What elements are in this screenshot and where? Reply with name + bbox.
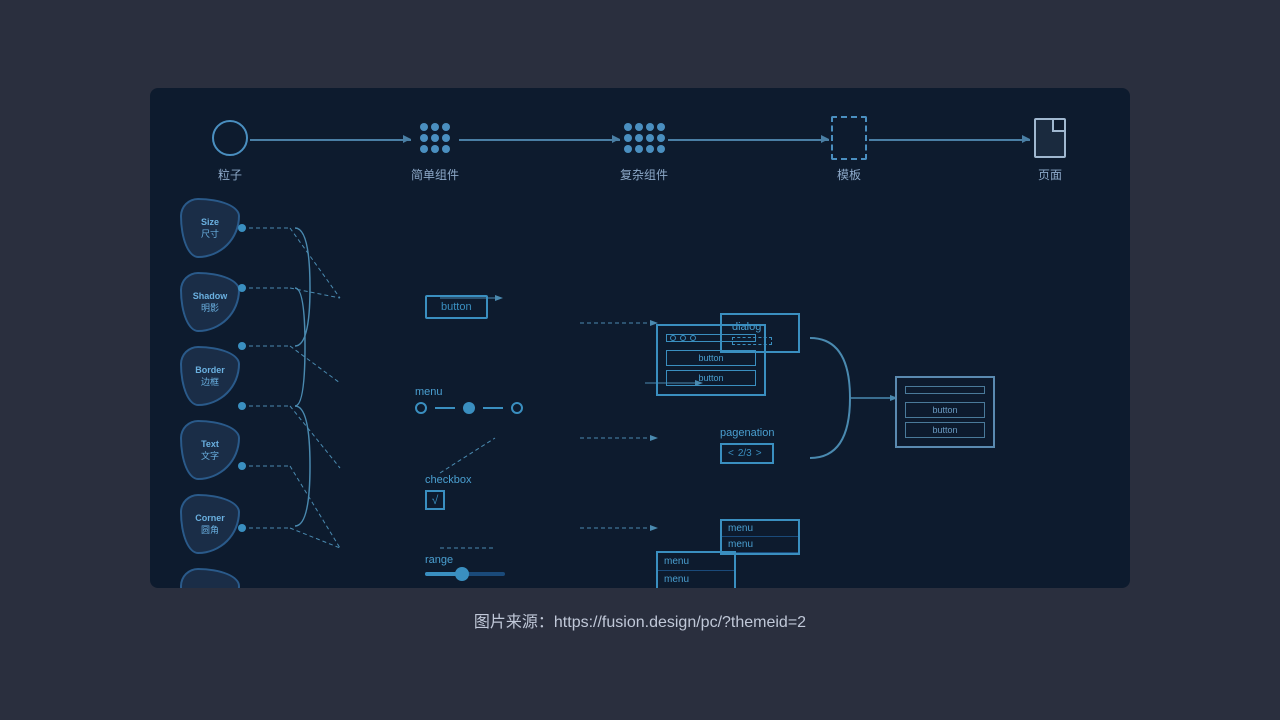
menu-dot-active [463, 402, 475, 414]
sidebar-item-size[interactable]: Size 尺寸 [180, 198, 240, 258]
range-label: range [425, 554, 505, 566]
checkbox-label: checkbox [425, 474, 471, 486]
sidebar-corner-cn: 圆角 [201, 523, 219, 536]
top-flow: 粒子 简单组件 复杂组件 [210, 118, 1070, 183]
flow-arrow-4 [869, 139, 1030, 141]
menu-label: menu [415, 386, 523, 398]
pagination-box[interactable]: < 2/3 > [720, 443, 774, 464]
complex-label: 复杂组件 [620, 166, 668, 183]
menu-line-1 [435, 407, 455, 409]
sidebar-size-en: Size [201, 217, 219, 227]
next-arrow[interactable]: > [756, 448, 762, 459]
page-top-bar [905, 386, 985, 394]
sidebar-item-text[interactable]: Text 文字 [180, 420, 240, 480]
sidebar-item-shadow[interactable]: Shadow 明影 [180, 272, 240, 332]
flow-arrow-3 [668, 139, 829, 141]
menu-line-2 [483, 407, 503, 409]
template-button-1[interactable]: button [666, 350, 756, 366]
flow-arrow-1 [250, 139, 411, 141]
template-group-box: button button [656, 324, 766, 396]
sidebar-border-en: Border [195, 365, 225, 375]
template-menu-item-1[interactable]: menu [658, 553, 734, 571]
menu-dot-2 [511, 402, 523, 414]
caption: 图片来源：https://fusion.design/pc/?themeid=2 [474, 608, 806, 632]
particle-label: 粒子 [218, 166, 242, 183]
simple-icon [415, 118, 455, 158]
flow-arrow-2 [459, 139, 620, 141]
pagination-value: 2/3 [738, 448, 752, 459]
sidebar-item-border[interactable]: Border 边框 [180, 346, 240, 406]
checkbox-box[interactable]: √ [425, 490, 445, 510]
left-sidebar: Size 尺寸 Shadow 明影 Border 边框 Text 文字 Corn… [180, 198, 240, 588]
sidebar-corner-en: Corner [195, 513, 225, 523]
simple-checkbox-group: checkbox √ [425, 466, 471, 510]
template-menu-box: menu menu [656, 551, 736, 588]
sidebar-shadow-en: Shadow [193, 291, 228, 301]
header-dot-3 [690, 335, 696, 341]
sidebar-text-cn: 文字 [201, 449, 219, 462]
page-button-1[interactable]: button [905, 402, 985, 418]
pagination-label: pagenation [720, 427, 774, 439]
template-menu-group: menu menu [656, 491, 736, 588]
flow-item-page: 页面 [1030, 118, 1070, 183]
sidebar-color-en: Color [198, 587, 222, 589]
sidebar-text-en: Text [201, 439, 219, 449]
particle-icon [210, 118, 250, 158]
page-label: 页面 [1038, 166, 1062, 183]
simple-label: 简单组件 [411, 166, 459, 183]
sidebar-border-cn: 边框 [201, 375, 219, 388]
range-track[interactable] [425, 572, 505, 576]
template-label: 模板 [837, 166, 861, 183]
template-menu-item-2[interactable]: menu [658, 571, 734, 588]
page-icon [1030, 118, 1070, 158]
range-thumb[interactable] [455, 567, 469, 581]
sidebar-size-cn: 尺寸 [201, 227, 219, 240]
pagination-component: pagenation < 2/3 > [720, 427, 774, 464]
page-layout-box: button button [895, 376, 995, 448]
page-button-2[interactable]: button [905, 422, 985, 438]
flow-item-particle: 粒子 [210, 118, 250, 183]
simple-menu-group: menu [415, 378, 523, 414]
sidebar-shadow-cn: 明影 [201, 301, 219, 314]
sidebar-item-corner[interactable]: Corner 圆角 [180, 494, 240, 554]
page-layout-component: button button [895, 376, 995, 448]
prev-arrow[interactable]: < [728, 448, 734, 459]
sidebar-item-color[interactable]: Color 颜色 [180, 568, 240, 588]
template-icon [829, 118, 869, 158]
checkmark: √ [432, 493, 439, 507]
menu-dot-1 [415, 402, 427, 414]
template-button-2[interactable]: button [666, 370, 756, 386]
template-header [666, 334, 756, 342]
simple-button-group: button [425, 295, 488, 319]
template-button-group: button button [656, 324, 766, 396]
header-dot-1 [670, 335, 676, 341]
menu-dots [415, 402, 523, 414]
flow-item-complex: 复杂组件 [620, 118, 668, 183]
header-dot-2 [680, 335, 686, 341]
flow-item-template: 模板 [829, 118, 869, 183]
main-diagram-card: 粒子 简单组件 复杂组件 [150, 88, 1130, 588]
flow-item-simple: 简单组件 [411, 118, 459, 183]
button-component[interactable]: button [425, 295, 488, 319]
simple-range-group: range [425, 546, 505, 576]
complex-icon [624, 118, 664, 158]
